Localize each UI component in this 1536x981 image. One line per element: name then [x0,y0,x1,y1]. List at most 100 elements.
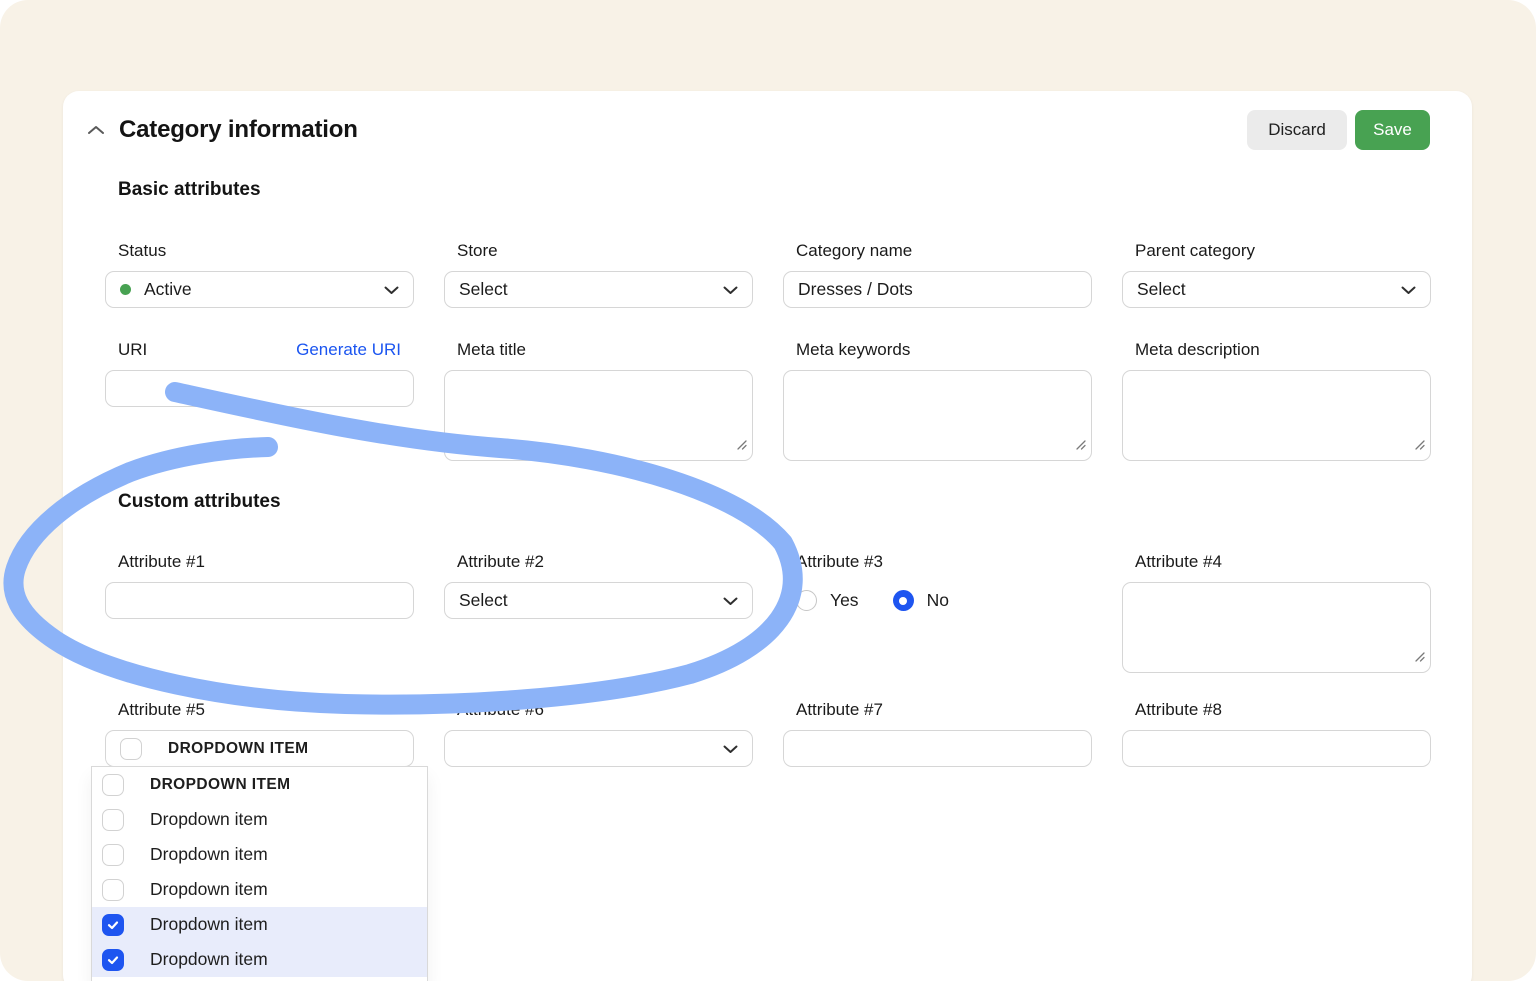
attribute3-cell: Attribute #3 Yes No [783,552,1092,673]
parent-category-cell: Parent category Select [1122,241,1431,308]
custom-row-2: Attribute #5 DROPDOWN ITEM DROPDOWN ITEM… [105,700,1431,767]
attribute3-option-no-label: No [927,590,949,611]
checkbox-icon[interactable] [102,774,124,796]
dropdown-item-label: Dropdown item [150,844,268,865]
radio-icon[interactable] [796,590,817,611]
attribute1-label: Attribute #1 [105,552,414,572]
attribute2-cell: Attribute #2 Select [444,552,753,673]
dropdown-item[interactable]: DROPDOWN ITEM [92,767,427,802]
checkbox-icon[interactable] [102,914,124,936]
resize-handle-icon[interactable] [1413,434,1425,455]
attribute8-label: Attribute #8 [1122,700,1431,720]
chevron-up-icon [87,123,105,138]
attribute6-select[interactable] [444,730,753,767]
attribute6-label: Attribute #6 [444,700,753,720]
chevron-down-icon [723,279,738,300]
meta-description-textarea[interactable] [1122,370,1431,461]
attribute5-label: Attribute #5 [105,700,414,720]
checkbox-icon[interactable] [120,738,142,760]
dropdown-item[interactable]: Dropdown item [92,802,427,837]
category-information-card: Category information Discard Save Basic … [63,91,1472,981]
uri-input[interactable] [105,370,414,407]
attribute3-option-yes-label: Yes [830,590,859,611]
dropdown-item-label: Dropdown item [150,914,268,935]
resize-handle-icon[interactable] [1074,434,1086,455]
attribute1-cell: Attribute #1 [105,552,414,673]
custom-row-1: Attribute #1 Attribute #2 Select Attribu… [105,552,1431,673]
meta-description-label: Meta description [1122,340,1431,360]
attribute5-selected-item[interactable]: DROPDOWN ITEM [120,731,308,766]
meta-keywords-label: Meta keywords [783,340,1092,360]
parent-category-select[interactable]: Select [1122,271,1431,308]
attribute8-input[interactable] [1122,730,1431,767]
dropdown-item[interactable]: Dropdown item [92,942,427,977]
store-placeholder: Select [459,279,508,300]
chevron-down-icon [1401,279,1416,300]
discard-button[interactable]: Discard [1247,110,1347,150]
attribute2-label: Attribute #2 [444,552,753,572]
attribute5-dropdown-list: DROPDOWN ITEM Dropdown item Dropdown item D… [91,766,428,981]
category-name-cell: Category name Dresses / Dots [783,241,1092,308]
category-name-value: Dresses / Dots [798,279,913,300]
store-select[interactable]: Select [444,271,753,308]
attribute2-select[interactable]: Select [444,582,753,619]
meta-keywords-textarea[interactable] [783,370,1092,461]
attribute7-input[interactable] [783,730,1092,767]
checkbox-icon[interactable] [102,844,124,866]
attribute7-cell: Attribute #7 [783,700,1092,767]
store-label: Store [444,241,753,261]
dropdown-item[interactable]: Dropdown item [92,837,427,872]
dropdown-item[interactable]: Dropdown item [92,907,427,942]
dropdown-item-label: Dropdown item [150,809,268,830]
collapse-section-button[interactable] [82,116,110,144]
attribute4-textarea[interactable] [1122,582,1431,673]
checkbox-icon[interactable] [102,879,124,901]
custom-attributes-heading: Custom attributes [118,491,281,513]
page-title: Category information [119,116,358,144]
uri-cell: URI Generate URI [105,340,414,461]
checkbox-icon[interactable] [102,949,124,971]
basic-row-1: Status Active Store Select [105,241,1431,308]
status-value: Active [144,279,192,300]
radio-icon[interactable] [893,590,914,611]
page-background: Category information Discard Save Basic … [0,0,1536,981]
chevron-down-icon [723,738,738,759]
attribute3-label: Attribute #3 [783,552,1092,572]
meta-title-label: Meta title [444,340,753,360]
dropdown-item-label: Dropdown item [150,879,268,900]
status-cell: Status Active [105,241,414,308]
chevron-down-icon [384,279,399,300]
status-active-dot-icon [120,284,131,295]
generate-uri-link[interactable]: Generate URI [296,340,401,360]
attribute8-cell: Attribute #8 [1122,700,1431,767]
checkbox-icon[interactable] [102,809,124,831]
attribute4-label: Attribute #4 [1122,552,1431,572]
basic-row-2: URI Generate URI Meta title Meta keyword… [105,340,1431,461]
meta-description-cell: Meta description [1122,340,1431,461]
attribute3-radio-yes[interactable]: Yes [796,590,859,611]
attribute1-input[interactable] [105,582,414,619]
attribute4-cell: Attribute #4 [1122,552,1431,673]
card-header: Category information Discard Save [82,110,1430,150]
resize-handle-icon[interactable] [735,434,747,455]
meta-keywords-cell: Meta keywords [783,340,1092,461]
attribute3-radio-no[interactable]: No [893,590,949,611]
attribute6-cell: Attribute #6 [444,700,753,767]
category-name-label: Category name [783,241,1092,261]
attribute5-cell: Attribute #5 DROPDOWN ITEM DROPDOWN ITEM… [105,700,414,767]
attribute5-control-label: DROPDOWN ITEM [168,740,308,758]
attribute2-placeholder: Select [459,590,508,611]
meta-title-textarea[interactable] [444,370,753,461]
status-select[interactable]: Active [105,271,414,308]
parent-category-placeholder: Select [1137,279,1186,300]
resize-handle-icon[interactable] [1413,646,1425,667]
category-name-input[interactable]: Dresses / Dots [783,271,1092,308]
chevron-down-icon [723,590,738,611]
status-label: Status [105,241,414,261]
attribute5-multiselect-control[interactable]: DROPDOWN ITEM DROPDOWN ITEMDropdown item… [105,730,414,767]
save-button[interactable]: Save [1355,110,1430,150]
basic-attributes-heading: Basic attributes [118,179,261,201]
meta-title-cell: Meta title [444,340,753,461]
uri-label-row: URI Generate URI [105,340,414,360]
dropdown-item[interactable]: Dropdown item [92,872,427,907]
